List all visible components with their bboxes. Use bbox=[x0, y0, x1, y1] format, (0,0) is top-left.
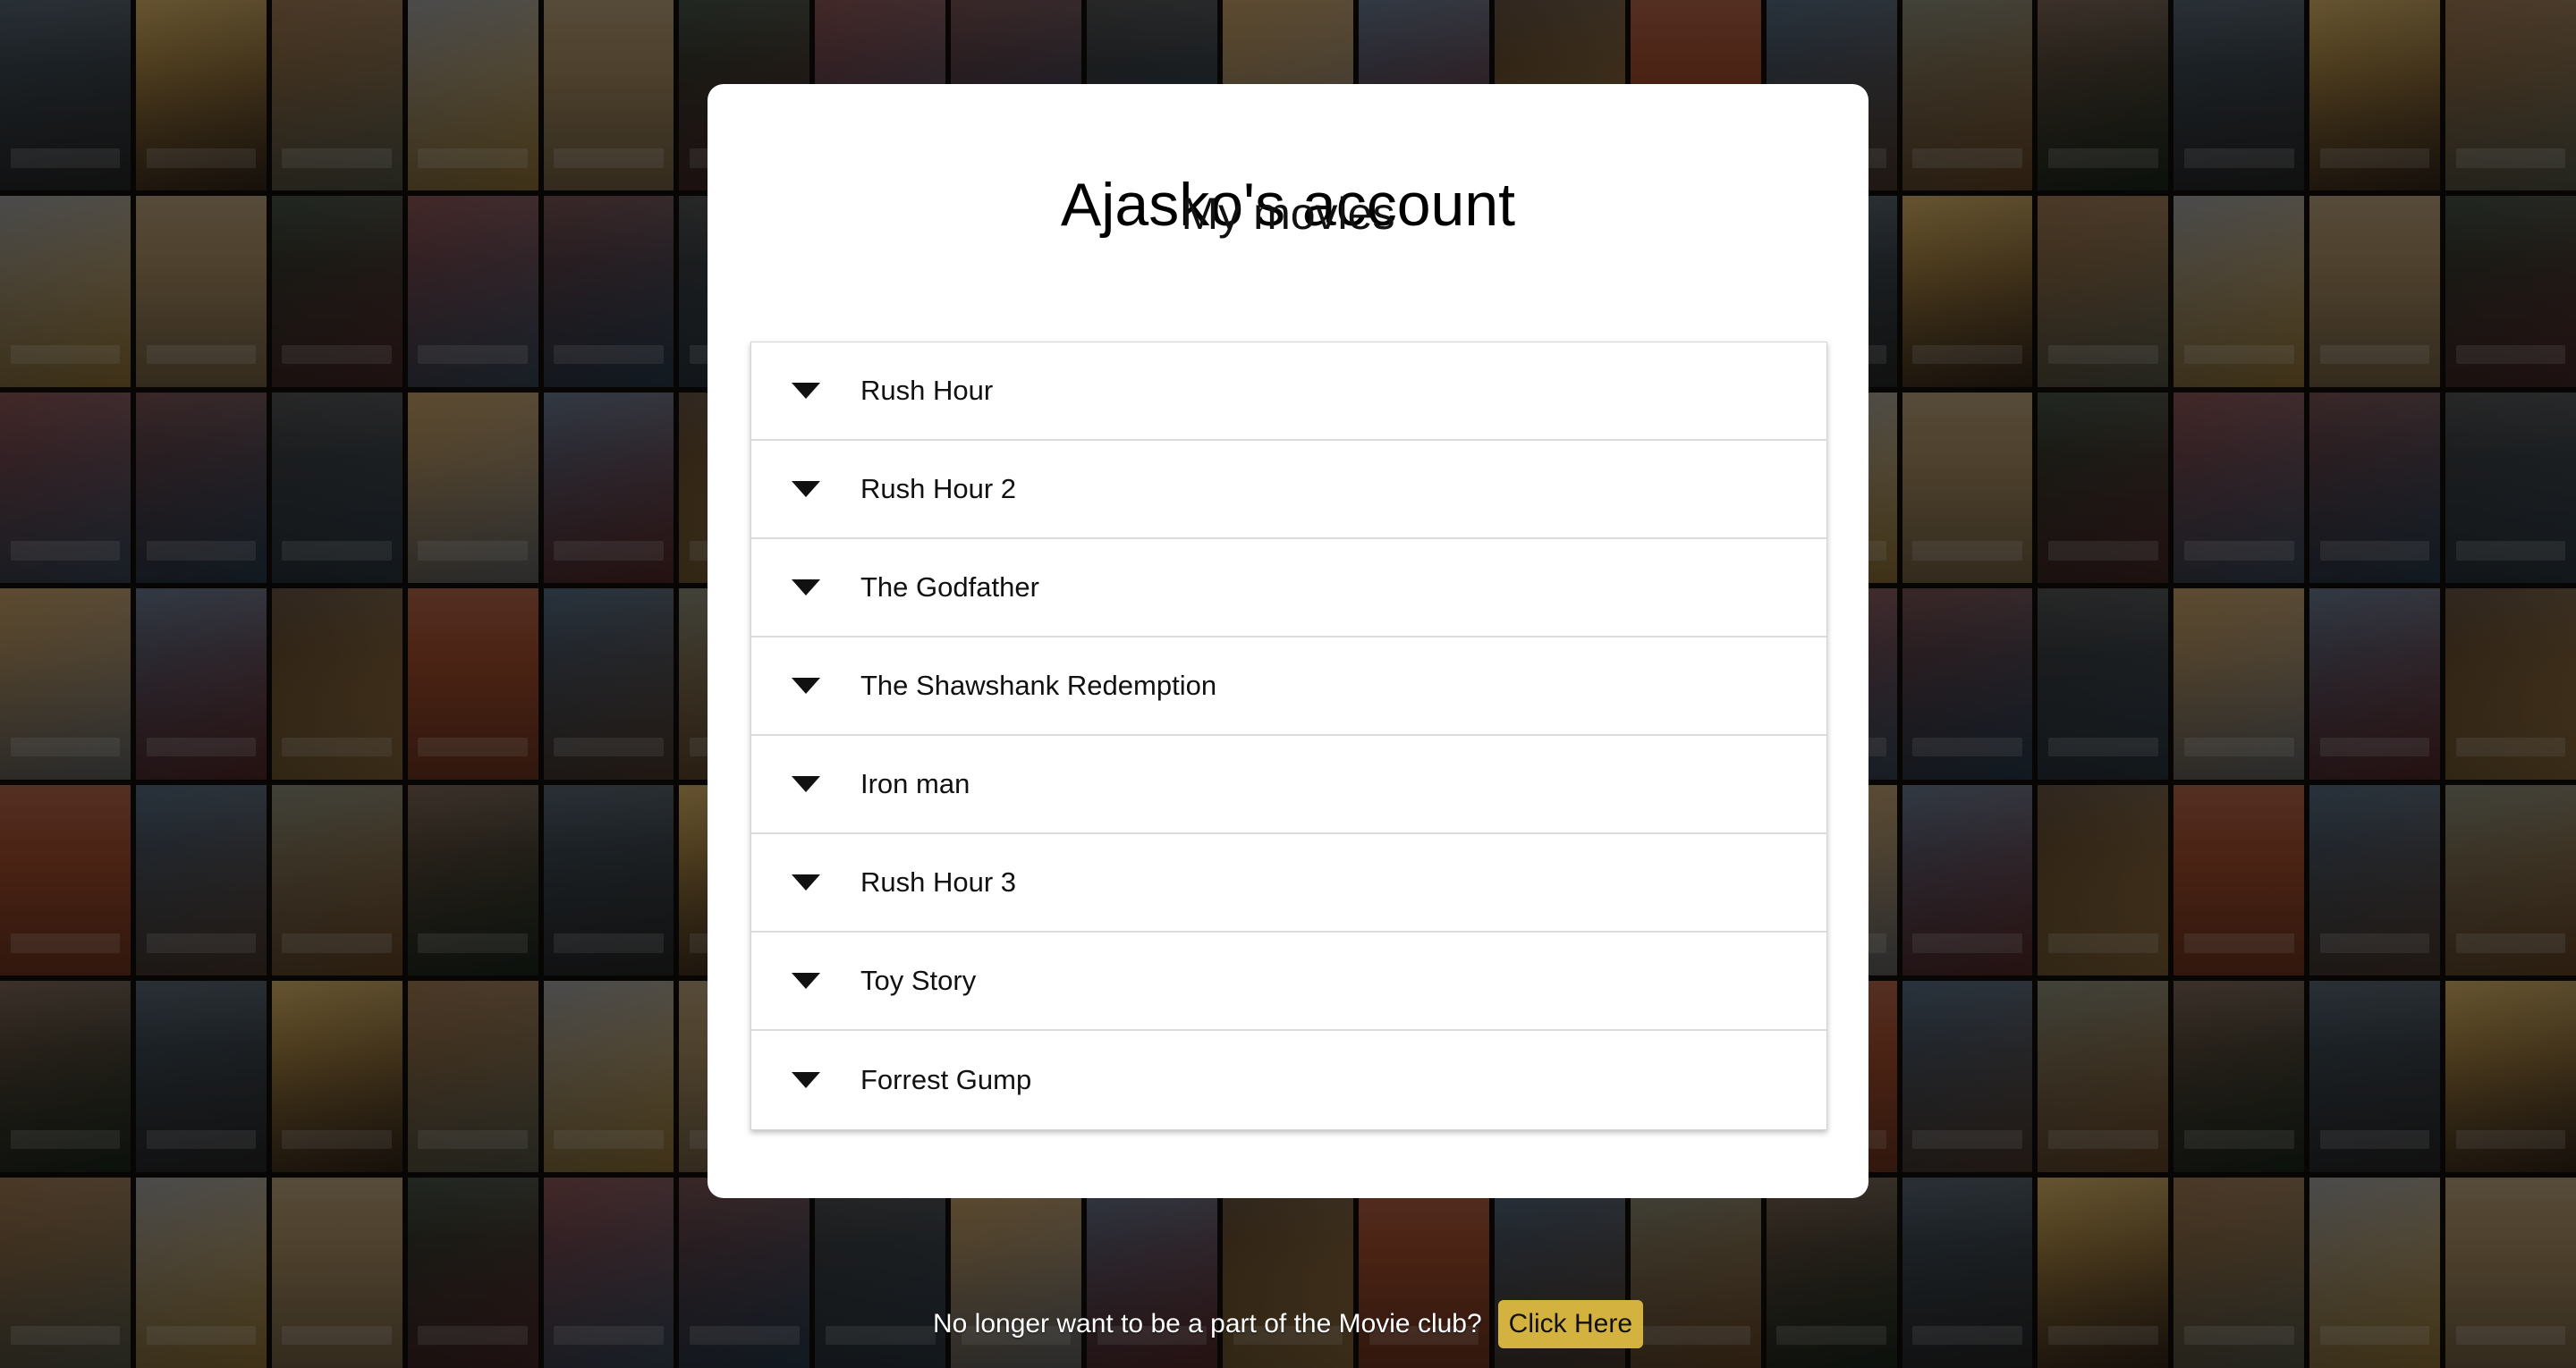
movie-list: Rush Hour Rush Hour 2 The Godfather The … bbox=[750, 342, 1827, 1130]
movie-list-item[interactable]: Rush Hour bbox=[751, 342, 1826, 441]
caret-down-icon bbox=[792, 579, 820, 595]
movie-list-item[interactable]: Rush Hour 3 bbox=[751, 834, 1826, 933]
movie-list-item[interactable]: Forrest Gump bbox=[751, 1031, 1826, 1129]
caret-down-icon bbox=[792, 776, 820, 792]
movie-title: Rush Hour bbox=[860, 375, 994, 406]
movie-title: Rush Hour 2 bbox=[860, 473, 1017, 504]
caret-down-icon bbox=[792, 1072, 820, 1088]
leave-club-prompt: No longer want to be a part of the Movie… bbox=[932, 1309, 1482, 1338]
leave-club-button[interactable]: Click Here bbox=[1497, 1300, 1644, 1348]
movie-title: The Godfather bbox=[860, 571, 1039, 603]
my-movies-heading: My movies bbox=[1181, 189, 1395, 239]
caret-down-icon bbox=[792, 874, 820, 891]
caret-down-icon bbox=[792, 678, 820, 694]
movie-title: Toy Story bbox=[860, 965, 977, 996]
movie-title: Rush Hour 3 bbox=[860, 866, 1017, 898]
movie-list-item[interactable]: The Shawshank Redemption bbox=[751, 638, 1826, 736]
movie-list-item[interactable]: Rush Hour 2 bbox=[751, 441, 1826, 539]
account-card: Ajasko's account My movies Rush Hour Rus… bbox=[708, 84, 1868, 1198]
caret-down-icon bbox=[792, 973, 820, 989]
caret-down-icon bbox=[792, 383, 820, 399]
movie-title: The Shawshank Redemption bbox=[860, 670, 1217, 701]
leave-club-footer: No longer want to be a part of the Movie… bbox=[0, 1295, 2576, 1354]
caret-down-icon bbox=[792, 481, 820, 497]
movie-list-item[interactable]: Toy Story bbox=[751, 933, 1826, 1031]
movie-title: Iron man bbox=[860, 768, 970, 799]
movie-title: Forrest Gump bbox=[860, 1064, 1032, 1095]
movie-list-item[interactable]: Iron man bbox=[751, 736, 1826, 834]
movie-list-item[interactable]: The Godfather bbox=[751, 539, 1826, 638]
